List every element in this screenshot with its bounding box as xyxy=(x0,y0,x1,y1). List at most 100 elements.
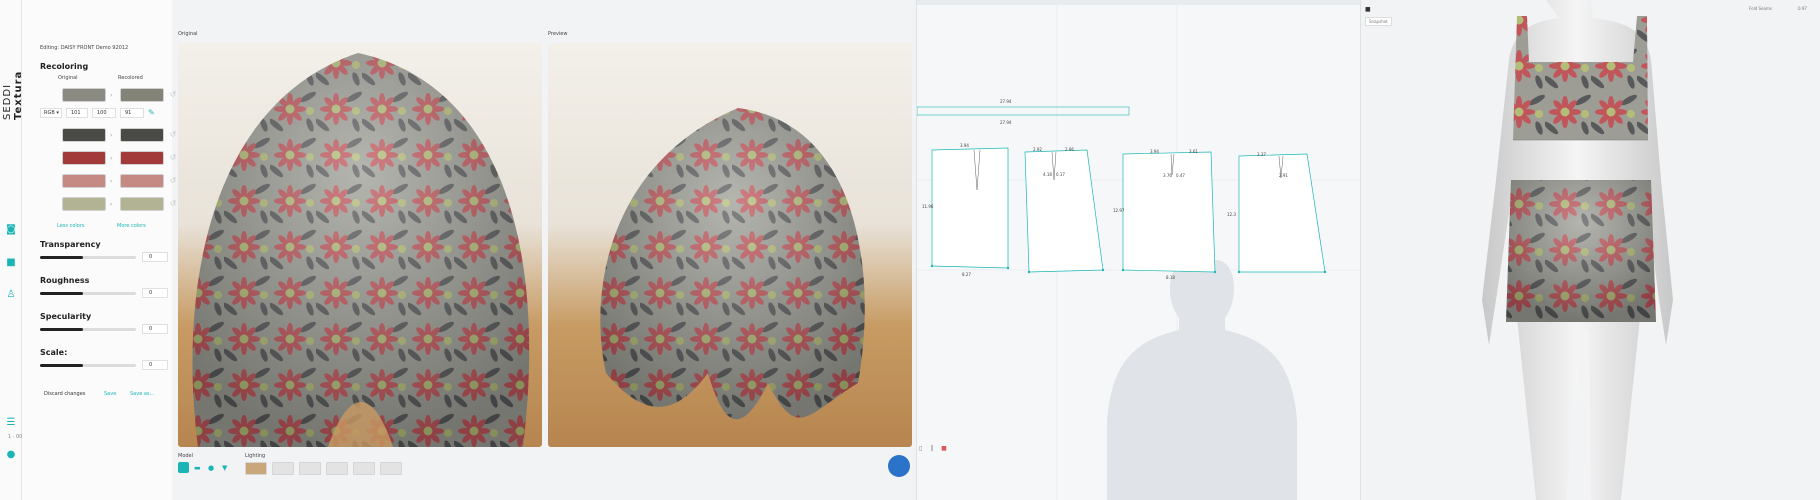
recolored-column-label: Recolored xyxy=(118,75,143,81)
more-colors-link[interactable]: More colors xyxy=(117,223,146,229)
avatar-icon[interactable]: ♙ xyxy=(6,290,16,300)
reset-color-icon[interactable]: ↺ xyxy=(168,176,178,186)
slider-fill xyxy=(40,364,84,367)
pattern-measure: 2.91 xyxy=(1279,173,1288,178)
pattern-measure: 3.61 xyxy=(1189,149,1198,154)
lighting-thumb-3[interactable] xyxy=(299,462,321,475)
pattern-measure: 12.97 xyxy=(1113,208,1125,213)
original-swatch[interactable] xyxy=(62,128,106,142)
slider-value-input[interactable]: 0 xyxy=(142,360,168,370)
slider-track[interactable] xyxy=(40,328,136,331)
rgb-b-input[interactable]: 91 xyxy=(120,108,144,118)
arrow-icon: › xyxy=(110,92,113,99)
original-swatch[interactable] xyxy=(62,197,106,211)
slider-value-input[interactable]: 0 xyxy=(142,288,168,298)
arrow-icon: › xyxy=(110,132,113,139)
pattern-canvas: 27.94 27.94 3.94 2.92 2.96 4.18 0.17 11.… xyxy=(917,0,1360,500)
arrow-icon: › xyxy=(110,201,113,208)
lighting-thumb-4[interactable] xyxy=(326,462,348,475)
arrow-icon: › xyxy=(110,155,113,162)
avatar-viewport[interactable]: ■ Snapshot Fold Seams 0.97 xyxy=(1360,0,1820,500)
pattern-measure: 0.47 xyxy=(1176,173,1185,178)
pattern-measure: 4.18 xyxy=(1043,172,1052,177)
reset-color-icon[interactable]: ↺ xyxy=(168,90,178,100)
fold-seams-label: Fold Seams xyxy=(1749,6,1772,11)
recolored-swatch[interactable] xyxy=(120,128,164,142)
fabric-icon[interactable]: ■ xyxy=(6,258,16,268)
pattern-measure: 12.3 xyxy=(1227,212,1236,217)
rgb-g-input[interactable]: 100 xyxy=(92,108,116,118)
lighting-thumb-6[interactable] xyxy=(380,462,402,475)
pattern-measure: 27.94 xyxy=(1000,120,1012,125)
slider-track[interactable] xyxy=(40,364,136,367)
slider-label: Roughness xyxy=(40,276,90,285)
left-rail: SEDDI Textura ◙ ■ ♙ ☰ ● xyxy=(0,0,24,500)
snapshot-button[interactable]: Snapshot xyxy=(1365,17,1392,26)
fold-seams-value[interactable]: 0.97 xyxy=(1798,6,1807,11)
pattern-measure: 3.37 xyxy=(1257,152,1266,157)
recolored-swatch[interactable] xyxy=(120,88,164,102)
slider-value-input[interactable]: 0 xyxy=(142,324,168,334)
model-label: Model xyxy=(178,453,194,459)
model-sphere-icon[interactable]: ● xyxy=(208,464,214,472)
editing-label: Editing: DAISY FRONT Demo 92012 xyxy=(40,45,129,51)
model-flat-icon[interactable]: ▬ xyxy=(194,464,201,472)
original-fabric-render xyxy=(192,53,530,447)
reset-color-icon[interactable]: ↺ xyxy=(168,199,178,209)
recolored-swatch[interactable] xyxy=(120,174,164,188)
slider-label: Specularity xyxy=(40,312,92,321)
pattern-measure: 2.96 xyxy=(1065,147,1074,152)
pattern-stop-icon[interactable]: ■ xyxy=(941,445,947,452)
pattern-measure: 3.94 xyxy=(1150,149,1159,154)
preview-fabric-render xyxy=(600,108,865,420)
recoloring-heading: Recoloring xyxy=(40,62,89,71)
slider-label: Scale: xyxy=(40,348,68,357)
slider-track[interactable] xyxy=(40,256,136,259)
model-cube-icon[interactable] xyxy=(178,462,189,473)
avatar-render xyxy=(1482,0,1673,500)
pattern-measure: 0.17 xyxy=(1056,172,1065,177)
lighting-label: Lighting xyxy=(245,453,266,459)
lighting-thumb-1[interactable] xyxy=(245,462,267,475)
save-as-button[interactable]: Save as... xyxy=(126,388,158,400)
arrow-icon: › xyxy=(110,178,113,185)
pattern-pause-icon[interactable]: ‖ xyxy=(930,445,933,452)
rgb-r-input[interactable]: 101 xyxy=(66,108,88,118)
color-mode-select[interactable]: RGB ▾ xyxy=(40,108,62,118)
app-brand: SEDDI Textura xyxy=(2,70,24,120)
settings-icon[interactable]: ● xyxy=(6,450,16,460)
recolored-swatch[interactable] xyxy=(120,197,164,211)
list-icon[interactable]: ☰ xyxy=(6,418,16,428)
recolored-swatch[interactable] xyxy=(120,151,164,165)
save-button[interactable]: Save xyxy=(100,388,120,400)
pattern-measure: 27.94 xyxy=(1000,99,1012,104)
slider-fill xyxy=(40,256,84,259)
chat-bubble-icon[interactable] xyxy=(888,455,910,477)
eyedropper-icon[interactable]: ✎ xyxy=(148,108,155,117)
discard-changes-button[interactable]: Discard changes xyxy=(40,388,89,400)
original-swatch[interactable] xyxy=(62,151,106,165)
original-viewport[interactable] xyxy=(178,43,542,447)
original-swatch[interactable] xyxy=(62,174,106,188)
pattern-measure: 3.76 xyxy=(1163,173,1172,178)
pattern-measure: 2.92 xyxy=(1033,147,1042,152)
slider-fill xyxy=(40,292,84,295)
record-camera-icon[interactable]: ■ xyxy=(1365,6,1371,13)
reset-color-icon[interactable]: ↺ xyxy=(168,130,178,140)
lighting-thumb-5[interactable] xyxy=(353,462,375,475)
pattern-trash-icon[interactable]: ▯ xyxy=(919,445,922,452)
lighting-thumb-2[interactable] xyxy=(272,462,294,475)
camera-icon[interactable]: ◙ xyxy=(6,225,16,235)
original-view-label: Original xyxy=(178,31,198,37)
reset-color-icon[interactable]: ↺ xyxy=(168,153,178,163)
preview-viewport[interactable] xyxy=(548,43,912,447)
slider-value-input[interactable]: 0 xyxy=(142,252,168,262)
less-colors-link[interactable]: Less colors xyxy=(57,223,85,229)
pattern-measure: 3.94 xyxy=(960,143,969,148)
pattern-editor[interactable]: 27.94 27.94 3.94 2.92 2.96 4.18 0.17 11.… xyxy=(916,0,1360,500)
recolor-panel: Editing: DAISY FRONT Demo 92012 Recolori… xyxy=(22,0,176,500)
slider-track[interactable] xyxy=(40,292,136,295)
original-swatch[interactable] xyxy=(62,88,106,102)
model-drape-icon[interactable]: ▼ xyxy=(222,464,227,472)
original-column-label: Original xyxy=(58,75,78,81)
